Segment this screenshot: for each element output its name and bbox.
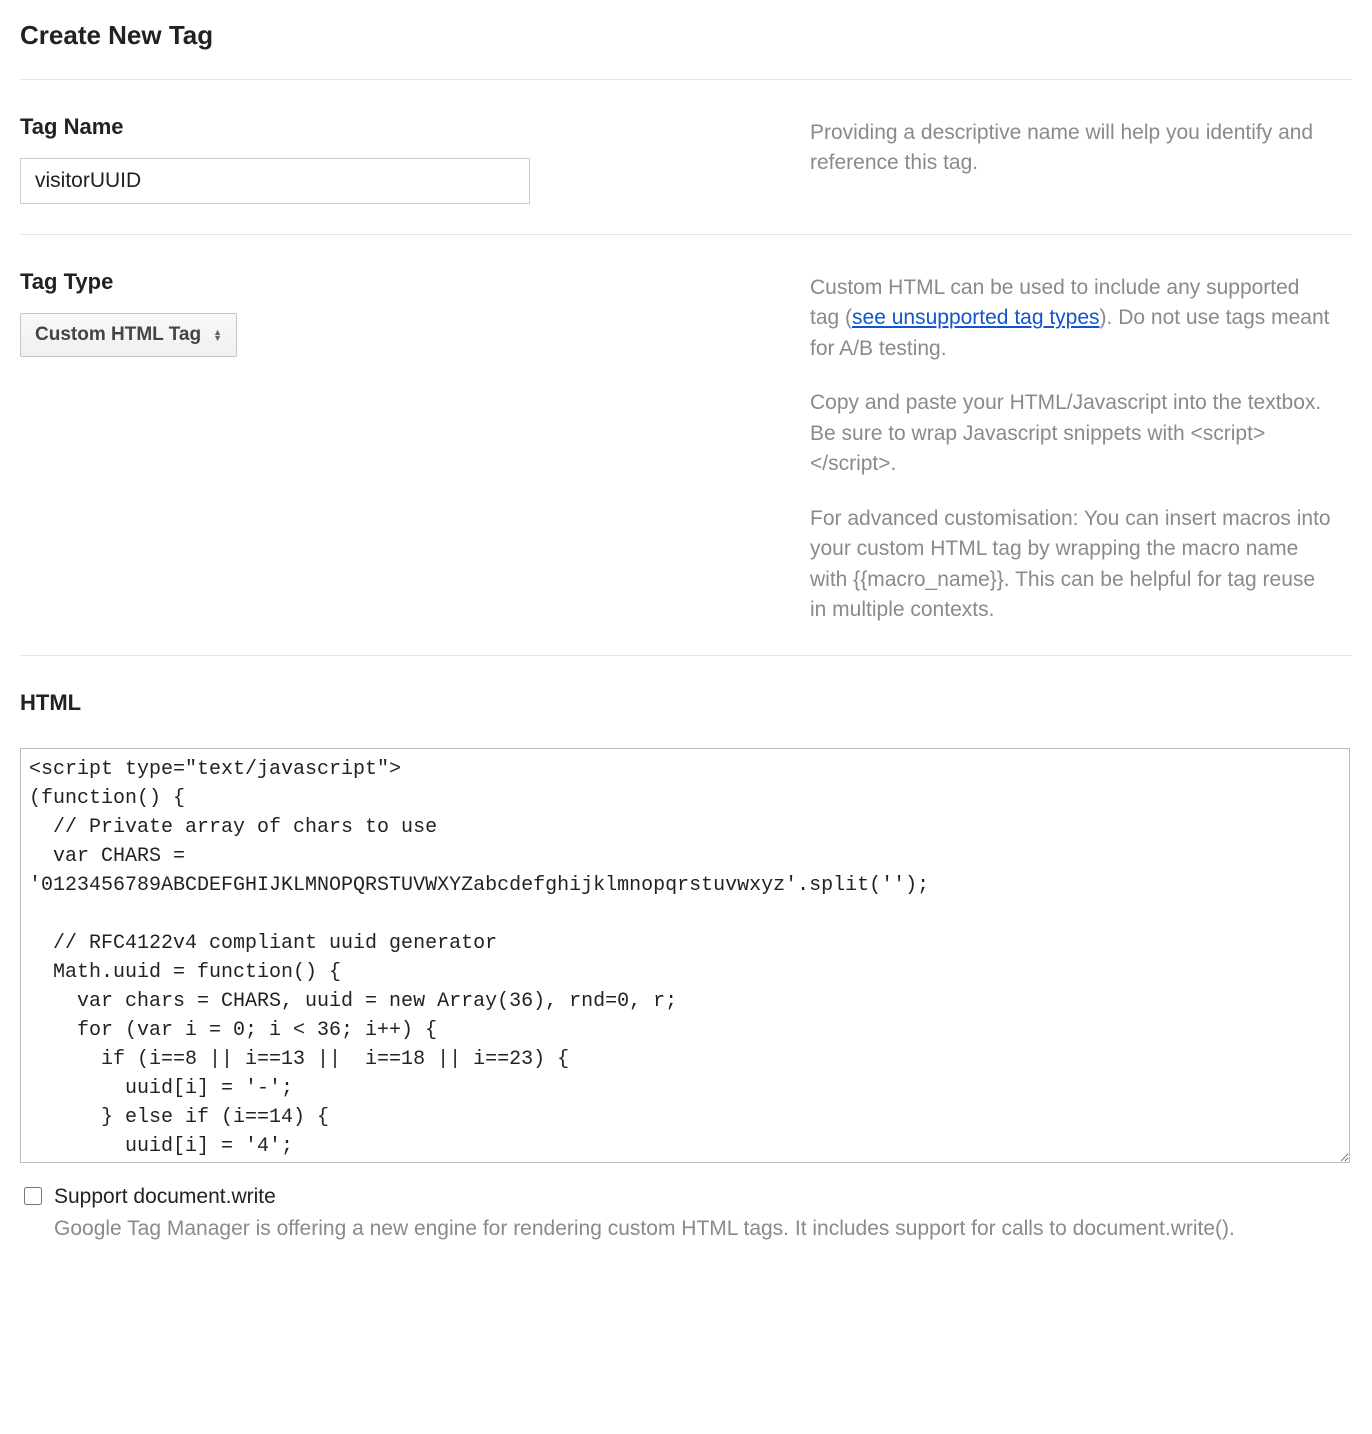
support-docwrite-label: Support document.write: [54, 1182, 1235, 1211]
updown-icon: ▲▼: [213, 329, 222, 341]
support-docwrite-help: Google Tag Manager is offering a new eng…: [54, 1214, 1235, 1243]
html-section: HTML Support document.write Google Tag M…: [20, 656, 1352, 1243]
tag-type-help-2: Copy and paste your HTML/Javascript into…: [810, 388, 1332, 479]
tag-name-label: Tag Name: [20, 114, 810, 140]
html-textarea[interactable]: [20, 748, 1350, 1163]
page-title: Create New Tag: [20, 20, 1352, 51]
tag-name-help: Providing a descriptive name will help y…: [810, 118, 1332, 179]
support-docwrite-row: Support document.write Google Tag Manage…: [20, 1182, 1352, 1243]
tag-type-label: Tag Type: [20, 269, 810, 295]
unsupported-tag-types-link[interactable]: see unsupported tag types: [852, 306, 1100, 329]
tag-type-section: Tag Type Custom HTML Tag ▲▼ Custom HTML …: [20, 235, 1352, 655]
support-docwrite-checkbox[interactable]: [24, 1187, 42, 1205]
tag-name-input[interactable]: [20, 158, 530, 204]
tag-type-help-3: For advanced customisation: You can inse…: [810, 504, 1332, 626]
tag-type-select[interactable]: Custom HTML Tag ▲▼: [20, 313, 237, 357]
html-label: HTML: [20, 690, 1352, 716]
tag-type-selected-value: Custom HTML Tag: [35, 324, 201, 346]
tag-type-help-1: Custom HTML can be used to include any s…: [810, 273, 1332, 364]
tag-name-section: Tag Name Providing a descriptive name wi…: [20, 80, 1352, 234]
